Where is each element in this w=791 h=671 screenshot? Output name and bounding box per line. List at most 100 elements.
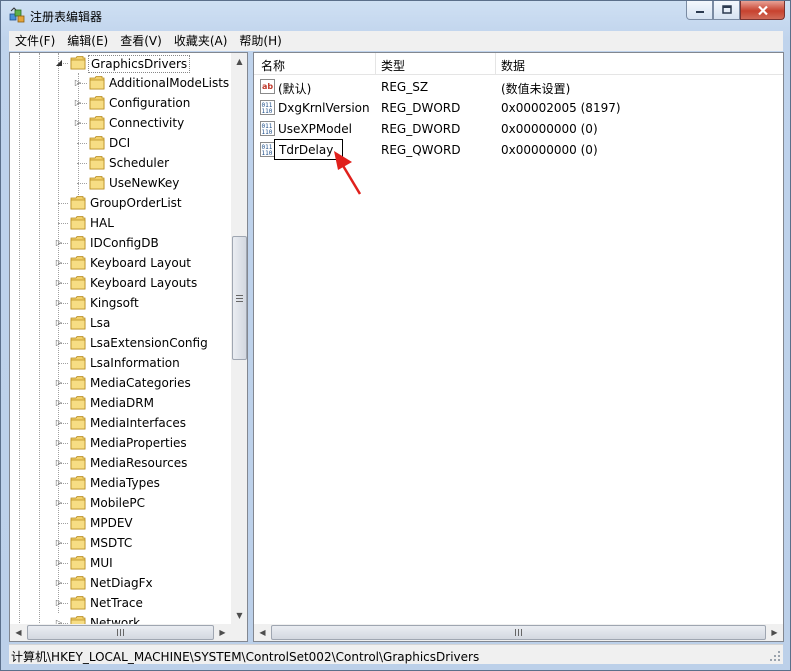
scroll-left-arrow[interactable]: ◀ [10,624,27,641]
expand-arrow-icon[interactable]: ▷ [54,397,64,407]
expand-arrow-icon[interactable]: ▷ [54,317,64,327]
tree-item-mpdev[interactable]: MPDEV [10,513,230,533]
tree-item-netdiagfx[interactable]: ▷ NetDiagFx [10,573,230,593]
value-type: REG_SZ [381,80,429,94]
tree-item-mobilepc[interactable]: ▷ MobilePC [10,493,230,513]
value-row-default[interactable]: ab (默认) REG_SZ (数值未设置) [254,77,783,98]
regedit-window: 注册表编辑器 文件(F) 编辑(E) 查看(V) 收藏夹(A) 帮助(H) ◢ … [0,0,791,671]
tree-item-kingsoft[interactable]: ▷ Kingsoft [10,293,230,313]
tree-item-mediaresources[interactable]: ▷ MediaResources [10,453,230,473]
value-type: REG_DWORD [381,122,461,136]
tree-item-label: HAL [90,216,114,230]
expand-arrow-icon[interactable]: ▷ [54,577,64,587]
string-value-icon: ab [260,79,275,94]
expand-arrow-icon[interactable]: ▷ [54,377,64,387]
tree-vscroll-thumb[interactable] [232,236,247,360]
value-type: REG_QWORD [381,143,461,157]
menu-view[interactable]: 查看(V) [114,31,168,51]
close-button[interactable] [740,1,785,20]
expand-arrow-icon[interactable]: ▷ [73,117,83,127]
tree-hscroll-thumb[interactable] [27,625,214,640]
tree-item-msdtc[interactable]: ▷ MSDTC [10,533,230,553]
minimize-icon [695,11,704,13]
registry-tree[interactable]: ◢ GraphicsDrivers ▷ AdditionalModeLists ▷ Con… [9,52,248,642]
tree-item-lsa[interactable]: ▷ Lsa [10,313,230,333]
expand-arrow-icon[interactable]: ▷ [54,537,64,547]
folder-icon [70,275,86,290]
column-data-header[interactable]: 数据 [501,57,525,74]
maximize-button[interactable] [713,1,740,20]
tree-item-hal[interactable]: HAL [10,213,230,233]
scroll-up-arrow[interactable]: ▲ [231,53,247,70]
tree-item-usenewkey[interactable]: UseNewKey [10,173,230,193]
tree-vertical-scrollbar[interactable]: ▲ ▼ [231,53,247,624]
resize-grip-icon[interactable] [769,650,781,662]
tree-item-idconfigdb[interactable]: ▷ IDConfigDB [10,233,230,253]
folder-icon [70,55,86,70]
menu-help[interactable]: 帮助(H) [233,31,287,51]
menu-file[interactable]: 文件(F) [9,31,61,51]
expand-arrow-icon[interactable]: ▷ [54,437,64,447]
folder-icon [70,215,86,230]
menu-edit[interactable]: 编辑(E) [61,31,114,51]
expand-arrow-icon[interactable]: ▷ [54,237,64,247]
minimize-button[interactable] [686,1,713,20]
tree-item-connectivity[interactable]: ▷ Connectivity [10,113,230,133]
folder-icon [70,515,86,530]
value-row-usexpmodel[interactable]: 011 110 UseXPModel REG_DWORD 0x00000000 … [254,119,783,140]
tree-item-nettrace[interactable]: ▷ NetTrace [10,593,230,613]
expand-arrow-icon[interactable]: ▷ [54,557,64,567]
expand-arrow-icon[interactable]: ▷ [54,457,64,467]
tree-item-scheduler[interactable]: Scheduler [10,153,230,173]
tree-item-mui[interactable]: ▷ MUI [10,553,230,573]
column-name-header[interactable]: 名称 [261,57,285,74]
tree-item-lsaextensionconfig[interactable]: ▷ LsaExtensionConfig [10,333,230,353]
tree-item-mediacategories[interactable]: ▷ MediaCategories [10,373,230,393]
tree-item-mediaproperties[interactable]: ▷ MediaProperties [10,433,230,453]
tree-item-additionalmodelists[interactable]: ▷ AdditionalModeLists [10,73,230,93]
folder-icon [70,235,86,250]
list-hscroll-thumb[interactable] [271,625,766,640]
expand-arrow-icon[interactable]: ▷ [54,597,64,607]
expand-arrow-icon[interactable]: ▷ [54,477,64,487]
column-type-header[interactable]: 类型 [381,57,405,74]
tree-item-mediatypes[interactable]: ▷ MediaTypes [10,473,230,493]
tree-item-label: MediaInterfaces [90,416,187,430]
list-horizontal-scrollbar[interactable]: ◀ ▶ [254,624,783,641]
tree-item-label: MUI [90,556,113,570]
tree-item-dci[interactable]: DCI [10,133,230,153]
tree-item-configuration[interactable]: ▷ Configuration [10,93,230,113]
scroll-right-arrow[interactable]: ▶ [766,624,783,641]
expand-arrow-icon[interactable]: ▷ [54,277,64,287]
expand-arrow-icon[interactable]: ▷ [73,97,83,107]
value-list[interactable]: 名称 类型 数据 ab (默认) REG_SZ (数值未设置) 011 110 … [253,52,784,642]
tree-item-mediainterfaces[interactable]: ▷ MediaInterfaces [10,413,230,433]
tree-item-label: Kingsoft [90,296,139,310]
expand-arrow-icon[interactable]: ▷ [54,417,64,427]
expand-arrow-icon[interactable]: ▷ [54,337,64,347]
tree-item-mediadrm[interactable]: ▷ MediaDRM [10,393,230,413]
tree-item-label: AdditionalModeLists [109,76,230,90]
tree-item-graphicsdrivers[interactable]: ◢ GraphicsDrivers [10,53,230,73]
tree-item-keyboard-layout[interactable]: ▷ Keyboard Layout [10,253,230,273]
scroll-right-arrow[interactable]: ▶ [214,624,231,641]
expand-arrow-icon[interactable]: ▷ [54,297,64,307]
expand-arrow-icon[interactable]: ▷ [54,497,64,507]
title-bar[interactable]: 注册表编辑器 [1,1,790,31]
tree-horizontal-scrollbar[interactable]: ◀ ▶ [10,624,231,641]
menu-favorites[interactable]: 收藏夹(A) [168,31,234,51]
binary-value-icon: 011 110 [260,100,275,115]
tree-item-label: MSDTC [90,536,133,550]
tree-item-grouporderlist[interactable]: GroupOrderList [10,193,230,213]
tree-item-label: Scheduler [109,156,170,170]
expand-arrow-icon[interactable]: ▷ [73,77,83,87]
tree-item-lsainformation[interactable]: LsaInformation [10,353,230,373]
scroll-down-arrow[interactable]: ▼ [231,607,247,624]
tree-item-label: Configuration [109,96,191,110]
collapse-arrow-icon[interactable]: ◢ [54,57,64,67]
tree-item-keyboard-layouts[interactable]: ▷ Keyboard Layouts [10,273,230,293]
value-row-dxgkrnlversion[interactable]: 011 110 DxgKrnlVersion REG_DWORD 0x00002… [254,98,783,119]
svg-text:110: 110 [262,129,273,136]
expand-arrow-icon[interactable]: ▷ [54,257,64,267]
scroll-left-arrow[interactable]: ◀ [254,624,271,641]
